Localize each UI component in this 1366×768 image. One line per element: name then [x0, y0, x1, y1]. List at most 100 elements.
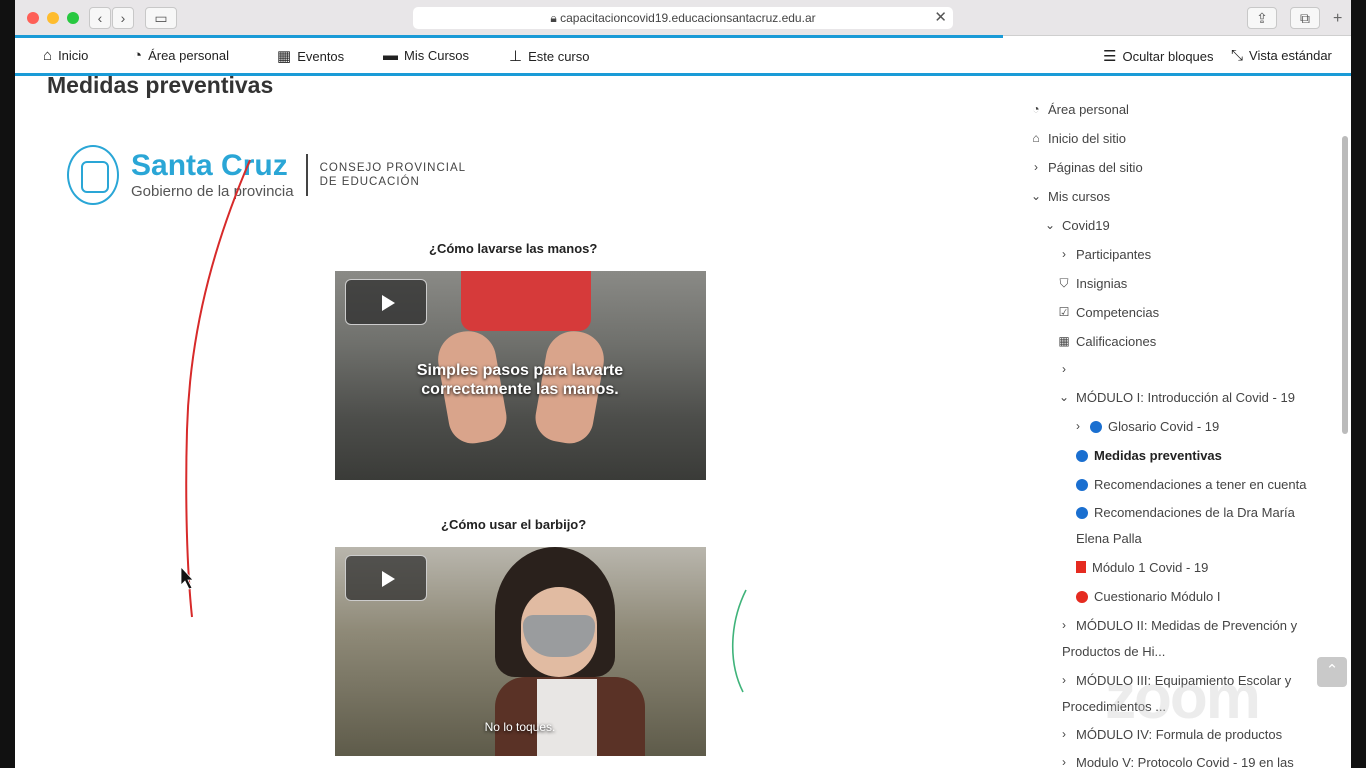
- forward-button[interactable]: ›: [112, 7, 134, 29]
- sidebar-item-label: Cuestionario Módulo I: [1094, 589, 1221, 604]
- shield-icon: ⛉: [1059, 276, 1069, 290]
- standard-view-button[interactable]: ⤡ Vista estándar: [1231, 47, 1332, 64]
- sidebar-item-dra-recommendations[interactable]: Recomendaciones de la Dra María: [1076, 505, 1295, 520]
- chevron-down-icon: ⌄: [1030, 189, 1042, 203]
- sidebar-item-label: Calificaciones: [1076, 334, 1157, 349]
- sidebar-item-site-home[interactable]: ⌂ Inicio del sitio: [1030, 131, 1126, 146]
- browser-window: ‹ › ▭ 🔒︎ capacitacioncovid19.educacionsa…: [15, 0, 1351, 768]
- sidebar-item-label: Recomendaciones de la Dra María: [1094, 505, 1295, 520]
- chevron-right-icon: ›: [1062, 673, 1066, 687]
- glossary-icon: [1090, 421, 1102, 433]
- close-window-button[interactable]: [27, 12, 39, 24]
- sidebar-item-preventive-measures[interactable]: Medidas preventivas: [1076, 448, 1222, 463]
- logo-divider: [305, 154, 308, 196]
- pdf-icon: [1076, 561, 1086, 573]
- sidebar-item-unnamed[interactable]: ›: [1058, 362, 1076, 376]
- quiz-icon: [1076, 591, 1088, 603]
- sidebar-item-module-2[interactable]: › MÓDULO II: Medidas de Prevención y: [1058, 618, 1297, 633]
- sidebar-item-dashboard[interactable]: ◔ Área personal: [1030, 102, 1129, 117]
- sidebar-item-label: MÓDULO II: Medidas de Prevención y: [1076, 618, 1298, 633]
- logo-title: Santa Cruz: [131, 148, 288, 182]
- chevron-right-icon: ›: [1062, 727, 1066, 741]
- sidebar-item-label: Insignias: [1076, 276, 1128, 291]
- sidebar-item-label: Covid19: [1062, 218, 1110, 233]
- sidebar-item-glossary[interactable]: › Glosario Covid - 19: [1072, 419, 1219, 434]
- maximize-window-button[interactable]: [67, 12, 79, 24]
- sidebar-item-quiz-module-1[interactable]: Cuestionario Módulo I: [1076, 589, 1220, 604]
- hide-blocks-button[interactable]: ☰ Ocultar bloques: [1103, 47, 1214, 65]
- url-bar[interactable]: 🔒︎ capacitacioncovid19.educacionsantacru…: [413, 7, 953, 29]
- chevron-down-icon: ⌄: [1058, 390, 1070, 404]
- sidebar-item-module-5[interactable]: › Modulo V: Protocolo Covid - 19 en las: [1058, 755, 1294, 768]
- video-title: ¿Cómo usar el barbijo?: [441, 517, 587, 532]
- play-button[interactable]: [345, 279, 427, 325]
- chevron-right-icon: ›: [1062, 618, 1066, 632]
- sidebar-item-module-1[interactable]: ⌄ MÓDULO I: Introducción al Covid - 19: [1058, 390, 1295, 405]
- sidebar-item-badges[interactable]: ⛉ Insignias: [1058, 276, 1127, 291]
- chevron-right-icon: ›: [1034, 160, 1038, 174]
- nav-this-course-label: Este curso: [528, 48, 590, 64]
- sidebar-item-grades[interactable]: ▦ Calificaciones: [1058, 334, 1156, 349]
- sidebar-item-label: Glosario Covid - 19: [1108, 419, 1220, 434]
- zoom-watermark: zoom: [1105, 663, 1261, 732]
- sidebar-item-dra-recommendations-cont[interactable]: Elena Palla: [1076, 531, 1142, 546]
- page-title: Medidas preventivas: [47, 72, 274, 98]
- red-annotation-stroke: [185, 159, 251, 618]
- share-button[interactable]: ⇪: [1247, 7, 1277, 29]
- sidebar-item-module-2-cont[interactable]: Productos de Hi...: [1062, 644, 1165, 659]
- logo-council: CONSEJO PROVINCIAL DE EDUCACIÓN: [320, 161, 466, 189]
- scrollbar[interactable]: [1342, 136, 1348, 434]
- back-button[interactable]: ‹: [89, 7, 111, 29]
- handwash-video[interactable]: Simples pasos para lavarte correctamente…: [335, 271, 706, 480]
- minimize-window-button[interactable]: [47, 12, 59, 24]
- list-icon: ☰: [1103, 48, 1117, 65]
- play-button[interactable]: [345, 555, 427, 601]
- nav-dashboard-label: Área personal: [148, 48, 230, 63]
- sidebar-item-covid19[interactable]: ⌄ Covid19: [1044, 218, 1110, 233]
- sidebar-item-label: Modulo V: Protocolo Covid - 19 en las: [1076, 755, 1294, 768]
- mask-video[interactable]: No lo toques.: [335, 547, 706, 756]
- sidebar-item-recommendations[interactable]: Recomendaciones a tener en cuenta: [1076, 477, 1306, 492]
- nav-home-label: Inicio: [58, 48, 89, 63]
- sidebar-item-my-courses[interactable]: ⌄ Mis cursos: [1030, 189, 1110, 204]
- scroll-to-top-button[interactable]: ⌃: [1317, 657, 1347, 687]
- close-icon[interactable]: ✕: [934, 7, 947, 29]
- chevron-down-icon: ⌄: [1044, 218, 1056, 232]
- sidebar-toggle-button[interactable]: ▭: [145, 7, 177, 29]
- table-icon: ▦: [1058, 334, 1070, 348]
- page-icon: [1076, 479, 1088, 491]
- video-title: ¿Cómo lavarse las manos?: [429, 241, 598, 256]
- nav-home[interactable]: ⌂ Inicio: [43, 47, 88, 64]
- sidebar-item-label: Elena Palla: [1076, 531, 1142, 546]
- chevron-right-icon: ›: [1062, 362, 1066, 376]
- sidebar-item-participants[interactable]: › Participantes: [1058, 247, 1151, 262]
- nav-my-courses[interactable]: ▬ Mis Cursos: [383, 47, 469, 64]
- mouse-cursor-icon: [180, 565, 194, 590]
- nav-dashboard[interactable]: ◔ Área personal: [133, 47, 229, 64]
- briefcase-icon: ▬: [383, 47, 398, 64]
- calendar-icon: ▦: [277, 48, 292, 65]
- new-tab-button[interactable]: +: [1333, 10, 1342, 28]
- logo-text: Santa Cruz Gobierno de la provincia: [131, 148, 294, 200]
- logo-council-line1: CONSEJO PROVINCIAL: [319, 162, 467, 174]
- browser-toolbar: ‹ › ▭ 🔒︎ capacitacioncovid19.educacionsa…: [15, 0, 1351, 36]
- nav-my-courses-label: Mis Cursos: [404, 48, 470, 63]
- checkbox-icon: ☑: [1058, 305, 1070, 319]
- tabs-button[interactable]: ⧉: [1290, 7, 1320, 29]
- sidebar-item-site-pages[interactable]: › Páginas del sitio: [1030, 160, 1143, 175]
- nav-this-course[interactable]: ⊥ Este curso: [509, 47, 590, 65]
- sidebar-item-competencies[interactable]: ☑ Competencias: [1058, 305, 1160, 320]
- lock-icon: 🔒︎: [550, 11, 557, 25]
- nav-events[interactable]: ▦ Eventos: [277, 47, 344, 65]
- sidebar-item-label: Inicio del sitio: [1048, 131, 1127, 146]
- video-caption: No lo toques.: [484, 720, 556, 734]
- chevron-right-icon: ›: [1062, 755, 1066, 768]
- sidebar-item-label: Área personal: [1048, 102, 1129, 117]
- sidebar-item-module-1-pdf[interactable]: Módulo 1 Covid - 19: [1076, 560, 1208, 575]
- sidebar-item-label: Medidas preventivas: [1094, 448, 1222, 463]
- sitemap-icon: ⊥: [509, 48, 523, 65]
- sidebar-item-label: Páginas del sitio: [1048, 160, 1143, 175]
- sidebar-item-label: Participantes: [1076, 247, 1152, 262]
- navbar: ⌂ Inicio ◔ Área personal ▦ Eventos ▬ Mis…: [15, 38, 1351, 76]
- green-annotation-stroke: [731, 589, 747, 693]
